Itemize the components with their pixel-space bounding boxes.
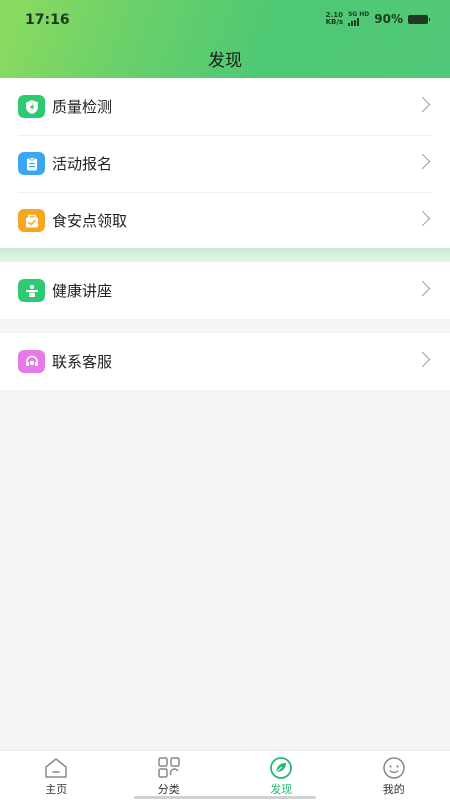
section-divider	[0, 248, 450, 262]
menu-item-health-lecture[interactable]: 健康讲座	[0, 262, 450, 319]
menu-item-contact-support[interactable]: 联系客服	[0, 333, 450, 390]
home-icon	[45, 758, 67, 778]
status-bar: 17:16 2.10 KB/s 5G HD 90%	[0, 0, 450, 40]
tab-label: 发现	[270, 783, 293, 796]
home-indicator[interactable]	[134, 796, 316, 799]
network-speed: 2.10 KB/s	[326, 12, 343, 26]
header: 17:16 2.10 KB/s 5G HD 90% 发现	[0, 0, 450, 78]
tab-category[interactable]: 分类	[113, 751, 226, 800]
shield-bolt-icon	[18, 95, 45, 118]
battery-icon	[408, 14, 430, 24]
menu-item-label: 健康讲座	[52, 282, 113, 300]
chevron-right-icon	[414, 210, 431, 227]
menu-item-label: 质量检测	[52, 98, 113, 116]
chevron-right-icon	[414, 96, 431, 113]
page-title: 发现	[208, 51, 242, 71]
network-type: 5G HD	[348, 12, 369, 26]
bottom-tab-bar: 主页 分类 发现 我的	[0, 750, 450, 800]
menu-item-label: 食安点领取	[52, 212, 128, 230]
tab-label: 分类	[157, 783, 180, 796]
clipboard-icon	[18, 152, 45, 175]
lecture-icon	[18, 279, 45, 302]
chevron-right-icon	[414, 153, 431, 170]
menu-item-quality-inspection[interactable]: 质量检测	[0, 78, 450, 135]
signal-icon	[348, 18, 369, 26]
network-speed-unit: KB/s	[325, 18, 344, 26]
tab-label: 我的	[382, 783, 405, 796]
menu-item-event-signup[interactable]: 活动报名	[0, 135, 450, 192]
smiley-icon	[383, 757, 405, 779]
category-icon	[158, 757, 180, 778]
battery-percent: 90%	[374, 12, 403, 26]
menu-group-lectures: 健康讲座	[0, 262, 450, 319]
tab-mine[interactable]: 我的	[338, 751, 450, 800]
tab-discover[interactable]: 发现	[225, 751, 338, 800]
status-time: 17:16	[25, 12, 70, 28]
tab-home[interactable]: 主页	[0, 751, 113, 800]
menu-group-services: 质量检测 活动报名 食安点领取	[0, 78, 450, 249]
menu-item-label: 联系客服	[52, 353, 113, 371]
gift-box-icon	[18, 209, 45, 232]
menu-item-label: 活动报名	[52, 155, 113, 173]
menu-item-food-safety-pickup[interactable]: 食安点领取	[0, 192, 450, 249]
discover-leaf-icon	[270, 757, 293, 779]
customer-service-icon	[18, 350, 45, 373]
menu-group-support: 联系客服	[0, 333, 450, 390]
chevron-right-icon	[414, 351, 431, 368]
status-indicators: 2.10 KB/s 5G HD 90%	[326, 12, 430, 26]
tab-label: 主页	[45, 783, 68, 796]
chevron-right-icon	[414, 280, 431, 297]
